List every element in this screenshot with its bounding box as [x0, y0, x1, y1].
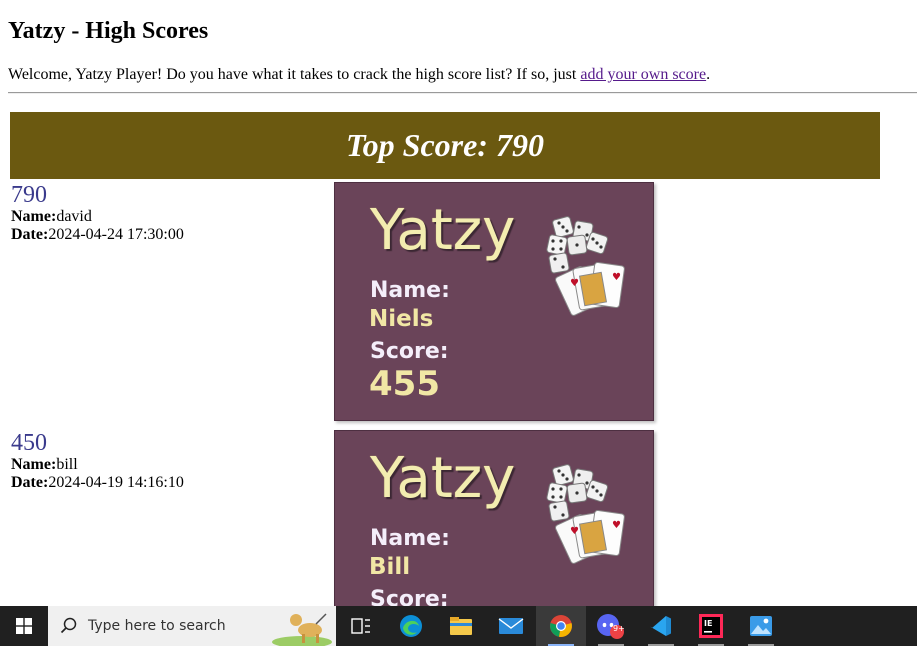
- card-name: Bill: [369, 554, 411, 580]
- discord-icon[interactable]: 9+: [586, 606, 636, 646]
- svg-text:IE: IE: [704, 619, 712, 628]
- dice-cards-icon: ♥ ♥: [546, 216, 625, 316]
- entry-date-line: Date:2024-04-19 14:16:10: [11, 474, 184, 492]
- entry-name-line: Name:bill: [11, 456, 184, 474]
- page-title: Yatzy - High Scores: [8, 18, 209, 44]
- entry-name: david: [56, 208, 92, 225]
- edge-icon[interactable]: [386, 606, 436, 646]
- photos-icon[interactable]: [736, 606, 786, 646]
- vscode-icon[interactable]: [636, 606, 686, 646]
- entry-score: 450: [11, 430, 47, 456]
- date-label: Date:: [11, 474, 49, 491]
- card-title: Yatzy: [370, 198, 516, 263]
- card-score: 455: [369, 364, 440, 404]
- card-score-label: Score:: [370, 587, 449, 606]
- svg-text:♥: ♥: [570, 278, 579, 289]
- entry-name-line: Name:david: [11, 208, 184, 226]
- welcome-end: .: [706, 66, 711, 83]
- entry-date-line: Date:2024-04-24 17:30:00: [11, 226, 184, 244]
- dice-cards-icon: ♥ ♥: [546, 464, 625, 564]
- page-content: Yatzy - High Scores Welcome, Yatzy Playe…: [0, 0, 917, 606]
- card-name-label: Name:: [370, 278, 450, 303]
- entry-date: 2024-04-24 17:30:00: [48, 226, 184, 243]
- entry-date: 2024-04-19 14:16:10: [48, 474, 184, 491]
- score-entry: 790 Name:david Date:2024-04-24 17:30:00: [11, 182, 184, 244]
- divider: [8, 92, 917, 94]
- taskbar-search-box[interactable]: Type here to search: [48, 606, 336, 646]
- svg-text:♥: ♥: [612, 520, 621, 531]
- card-title: Yatzy: [370, 446, 516, 511]
- name-label: Name:: [11, 456, 57, 473]
- entry-name: bill: [56, 456, 78, 473]
- file-explorer-icon[interactable]: [436, 606, 486, 646]
- windows-start-icon[interactable]: [0, 606, 48, 646]
- welcome-paragraph: Welcome, Yatzy Player! Do you have what …: [8, 66, 710, 84]
- add-score-link[interactable]: add your own score: [580, 66, 706, 83]
- card-score-label: Score:: [370, 339, 449, 364]
- card-name-label: Name:: [370, 526, 450, 551]
- task-view-icon[interactable]: [336, 606, 386, 646]
- taskbar: Type here to search 9+ IE: [0, 606, 917, 646]
- score-entry: 450 Name:bill Date:2024-04-19 14:16:10: [11, 430, 184, 492]
- score-card-image: Yatzy Name: Bill Score: ♥ ♥: [334, 430, 654, 606]
- search-highlight-dog-icon: [272, 613, 332, 646]
- score-card-image: Yatzy Name: Niels Score: 455 ♥ ♥: [334, 182, 654, 421]
- top-score-banner: Top Score: 790: [10, 112, 880, 179]
- svg-text:♥: ♥: [570, 526, 579, 537]
- search-placeholder: Type here to search: [88, 618, 226, 634]
- top-score-text: Top Score: 790: [346, 127, 544, 163]
- svg-text:♥: ♥: [612, 272, 621, 283]
- search-icon: [60, 617, 77, 634]
- entry-score: 790: [11, 182, 47, 208]
- date-label: Date:: [11, 226, 49, 243]
- chrome-icon[interactable]: [536, 606, 586, 646]
- welcome-text: Welcome, Yatzy Player! Do you have what …: [8, 66, 581, 83]
- name-label: Name:: [11, 208, 57, 225]
- card-name: Niels: [369, 306, 434, 332]
- intellij-icon[interactable]: IE: [686, 606, 736, 646]
- mail-icon[interactable]: [486, 606, 536, 646]
- discord-badge: 9+: [613, 624, 625, 633]
